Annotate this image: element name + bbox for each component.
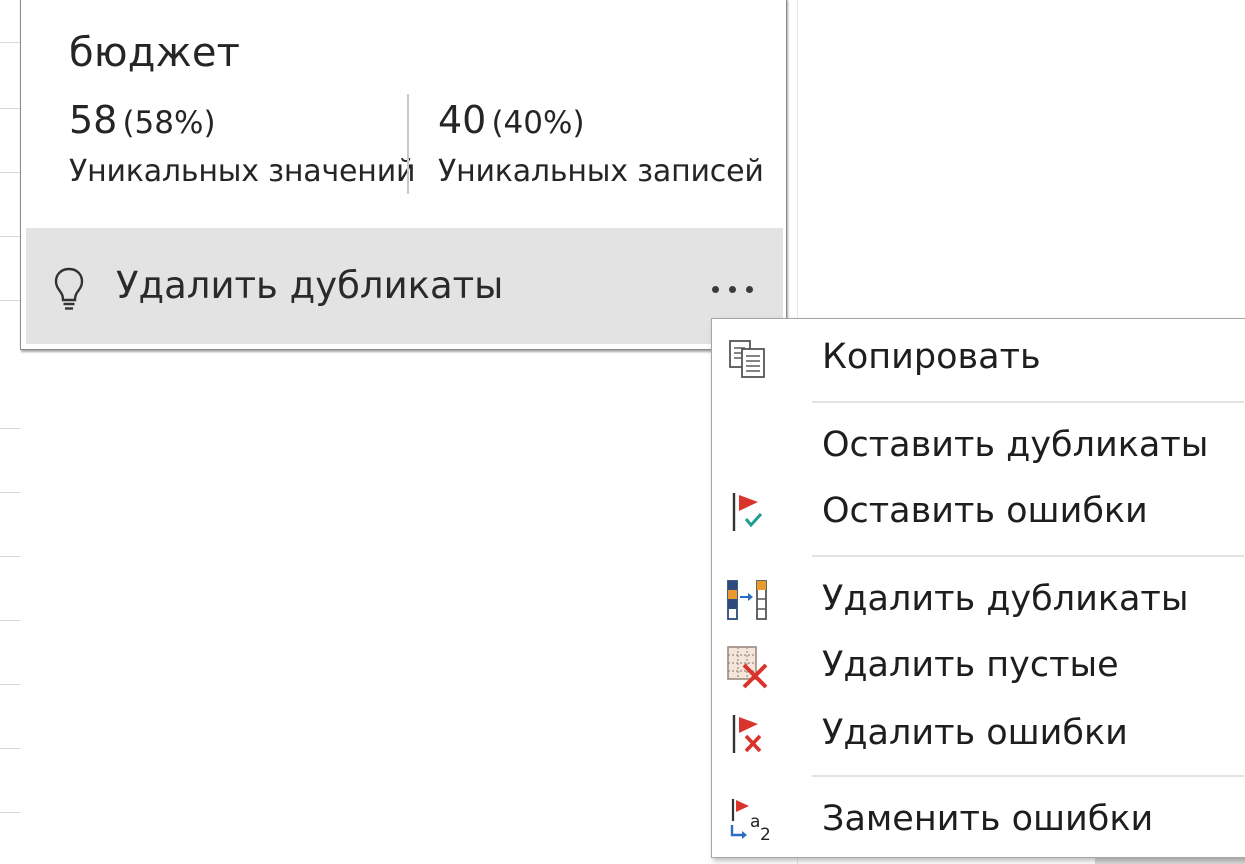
menu-item-remove-duplicates[interactable]: Удалить дубликаты (712, 569, 1242, 631)
lightbulb-icon (54, 267, 84, 310)
grid-line (0, 492, 20, 493)
column-name: бюджет (69, 30, 241, 76)
grid-line (0, 620, 20, 621)
svg-text:a: a (750, 812, 760, 832)
grid-line (0, 812, 20, 813)
unique-values-count: 58 (69, 98, 118, 142)
grid-line (0, 684, 20, 685)
remove-errors-icon (732, 715, 762, 753)
unique-values-percent: (58%) (122, 105, 216, 141)
ellipsis-icon (729, 286, 736, 293)
unique-records-count: 40 (438, 98, 487, 142)
remove-duplicates-icon (727, 580, 767, 620)
grid-line (0, 428, 20, 429)
grid-line (0, 556, 20, 557)
menu-separator (812, 555, 1244, 557)
menu-item-keep-errors[interactable]: Оставить ошибки (712, 481, 1242, 543)
menu-label: Удалить пустые (822, 645, 1119, 685)
keep-errors-icon (732, 493, 763, 531)
grid-line (0, 108, 20, 109)
menu-separator (812, 401, 1244, 403)
menu-item-copy[interactable]: Копировать (712, 327, 1242, 389)
menu-item-replace-errors[interactable]: a 2 Заменить ошибки (712, 789, 1242, 851)
suggestion-label[interactable]: Удалить дубликаты (116, 264, 503, 307)
grid-line (0, 172, 20, 173)
suggestion-bar[interactable]: Удалить дубликаты (26, 228, 783, 344)
menu-label: Копировать (822, 337, 1041, 377)
column-context-menu: Копировать Оставить дубликаты Оставить о… (711, 318, 1245, 858)
column-profile-card: бюджет 58 (58%) Уникальных значений 40 (… (20, 0, 787, 350)
menu-item-remove-empty[interactable]: Удалить пустые (712, 635, 1242, 697)
unique-values-stat: 58 (58%) Уникальных значений (69, 98, 415, 189)
more-options-button[interactable] (708, 278, 758, 302)
stat-divider (407, 94, 409, 194)
grid-line (0, 748, 20, 749)
grid-line (0, 300, 20, 301)
ellipsis-icon (712, 286, 719, 293)
ellipsis-icon (746, 286, 753, 293)
unique-values-label: Уникальных значений (69, 154, 416, 189)
menu-separator (812, 775, 1244, 777)
unique-records-stat: 40 (40%) Уникальных записей (438, 98, 764, 189)
unique-records-label: Уникальных записей (438, 154, 764, 189)
copy-icon (729, 340, 765, 378)
replace-errors-icon: a 2 (730, 799, 771, 843)
svg-text:2: 2 (760, 825, 771, 843)
menu-label: Удалить ошибки (822, 713, 1128, 753)
menu-item-keep-duplicates[interactable]: Оставить дубликаты (712, 415, 1242, 477)
menu-label: Удалить дубликаты (822, 579, 1189, 619)
menu-label: Оставить дубликаты (822, 425, 1209, 465)
remove-empty-icon (727, 646, 768, 689)
grid-line (0, 42, 20, 43)
menu-label: Оставить ошибки (822, 491, 1148, 531)
menu-label: Заменить ошибки (822, 799, 1154, 839)
unique-records-percent: (40%) (491, 105, 585, 141)
menu-item-remove-errors[interactable]: Удалить ошибки (712, 703, 1242, 765)
grid-line (0, 236, 20, 237)
